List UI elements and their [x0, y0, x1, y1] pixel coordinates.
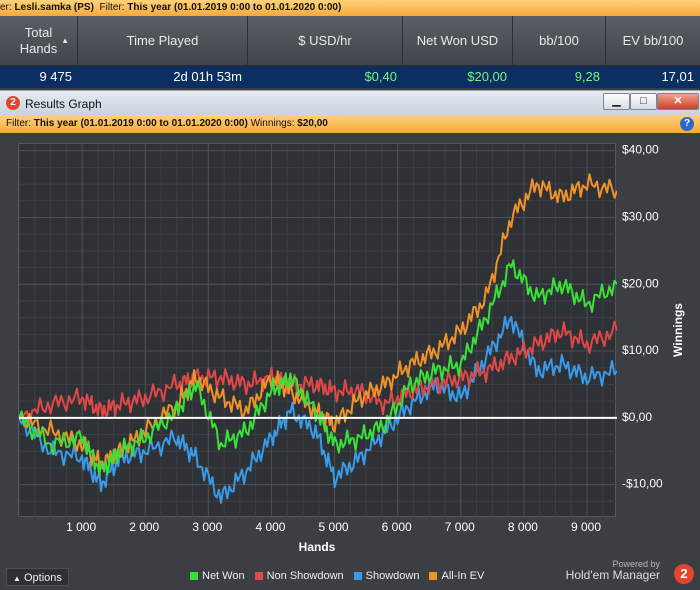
cell-ev-bb100: 17,01 [661, 69, 694, 84]
results-plot-area[interactable] [18, 143, 618, 519]
brand-name: Hold'em Manager [565, 568, 660, 582]
col-net-won[interactable]: Net Won USD [403, 16, 513, 65]
cell-bb100: 9,28 [574, 69, 600, 84]
player-label: er: [0, 2, 12, 13]
cell-net-won: $20,00 [467, 69, 507, 84]
legend-item-net-won[interactable]: Net Won [190, 570, 245, 582]
series-line-all-in-ev [18, 173, 618, 473]
legend-swatch [254, 572, 263, 580]
legend-item-showdown[interactable]: Showdown [353, 570, 420, 582]
powered-by: Powered by Hold'em Manager [565, 559, 660, 582]
legend-swatch [429, 572, 438, 580]
legend-swatch [190, 572, 198, 580]
legend-label: All-In EV [441, 570, 485, 582]
top-filter-bar: er: Lesli.samka (PS) Filter: This year (… [0, 0, 700, 16]
filter-value: This year [127, 2, 172, 13]
graph-filter-value: This year (01.01.2019 0:00 to 01.01.2020… [33, 118, 248, 129]
chevron-up-icon: ▲ [13, 574, 21, 583]
chart-legend: Net Won Non Showdown Showdown All-In EV [190, 570, 484, 582]
legend-item-all-in-ev[interactable]: All-In EV [429, 570, 484, 582]
filter-range: (01.01.2019 0:00 to 01.01.2020 0:00) [173, 2, 342, 13]
sort-asc-icon: ▲ [61, 36, 69, 45]
col-time-played[interactable]: Time Played [78, 16, 248, 65]
options-button[interactable]: ▲ Options [6, 568, 69, 586]
col-bb100[interactable]: bb/100 [513, 16, 606, 65]
window-title: Results Graph [25, 97, 102, 111]
stats-row[interactable]: 9 475 2d 01h 53m $0,40 $20,00 9,28 17,01 [0, 66, 700, 88]
legend-item-non-showdown[interactable]: Non Showdown [254, 570, 344, 582]
legend-label: Non Showdown [266, 570, 344, 582]
graph-filter-bar: Filter: This year (01.01.2019 0:00 to 01… [0, 115, 700, 133]
maximize-button[interactable]: □ [630, 93, 657, 110]
cell-time-played: 2d 01h 53m [173, 69, 242, 84]
hm2-brand-icon: 2 [674, 564, 694, 584]
window-titlebar[interactable]: 2 Results Graph ▁ □ ✕ [0, 90, 700, 115]
help-icon[interactable]: ? [680, 117, 694, 131]
cell-total-hands: 9 475 [39, 69, 72, 84]
minimize-button[interactable]: ▁ [603, 93, 630, 110]
col-usd-per-hr[interactable]: $ USD/hr [248, 16, 403, 65]
stats-header: Total Hands ▲ Time Played $ USD/hr Net W… [0, 16, 700, 66]
graph-winnings-value: $20,00 [297, 118, 328, 129]
col-total-hands[interactable]: Total Hands ▲ [0, 16, 78, 65]
maximize-icon: □ [640, 95, 647, 107]
minimize-icon: ▁ [612, 95, 621, 107]
results-line-chart [18, 144, 618, 519]
legend-label: Net Won [202, 570, 245, 582]
filter-label: Filter: [99, 2, 125, 13]
cell-usd-per-hr: $0,40 [364, 69, 397, 84]
close-icon: ✕ [673, 95, 683, 107]
player-name: Lesli.samka (PS) [14, 2, 94, 13]
legend-label: Showdown [365, 570, 420, 582]
hm2-logo-icon: 2 [6, 96, 20, 110]
legend-swatch [353, 572, 362, 580]
close-button[interactable]: ✕ [657, 93, 699, 110]
col-ev-bb100[interactable]: EV bb/100 [606, 16, 700, 65]
